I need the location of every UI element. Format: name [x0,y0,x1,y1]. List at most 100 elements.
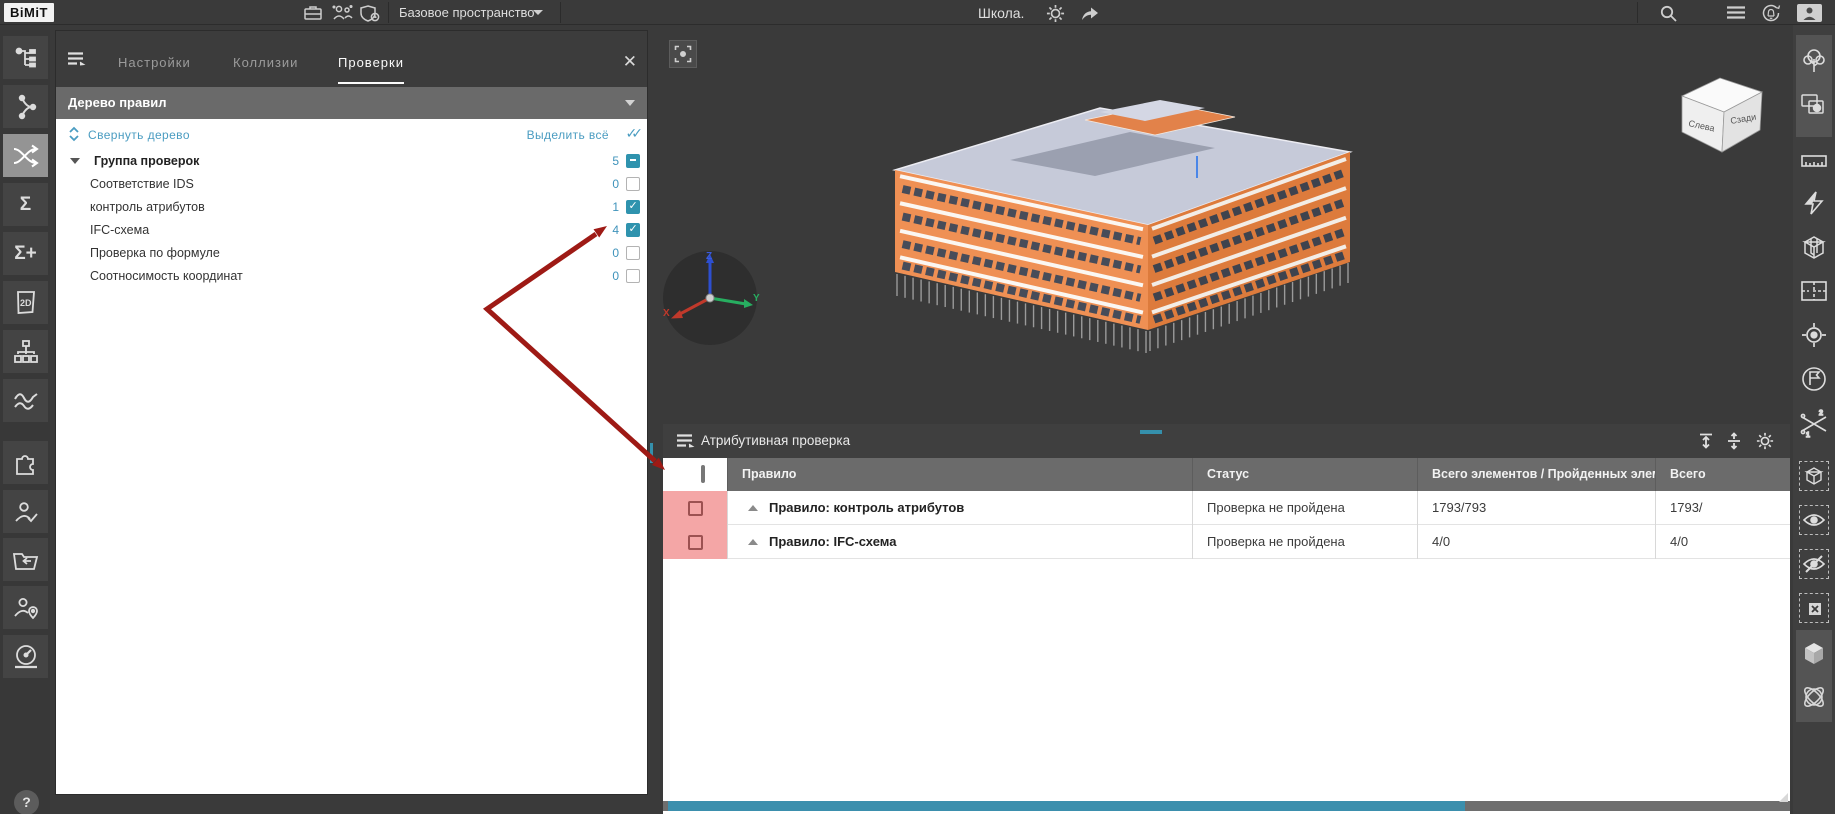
share-icon[interactable] [1079,4,1100,22]
tree-item-label: IFC-схема [90,223,149,237]
tree-item-formula[interactable]: Проверка по формуле 0 [56,241,647,264]
tree-item-checkbox[interactable] [626,223,640,237]
project-title: Школа. [978,5,1024,21]
settings-gear-icon[interactable] [1756,432,1774,450]
tree-item-checkbox[interactable] [626,154,640,168]
row-height-icon[interactable] [1725,432,1743,450]
sum-plus-icon[interactable]: Σ+ [3,232,48,275]
panel-menu-icon[interactable] [675,432,695,450]
relations-icon[interactable] [3,85,48,128]
sum-icon[interactable]: Σ [3,183,48,226]
tab-collisions[interactable]: Коллизии [233,55,298,82]
tree-utility-row: Свернуть дерево Выделить всё ✓✓ [56,123,647,147]
help-button[interactable]: ? [14,790,39,814]
tree-item-count: 0 [609,177,619,191]
measure-ruler-icon[interactable] [1796,143,1832,179]
column-header-rule[interactable]: Правило [727,458,1192,491]
row-checkbox[interactable] [688,535,703,550]
panel-resize-handle[interactable] [1140,430,1162,434]
panel-resize-grip[interactable] [1779,793,1788,802]
flag-icon[interactable] [1796,361,1832,397]
tree-item-checkbox[interactable] [626,177,640,191]
select-all-link[interactable]: Выделить всё [527,128,609,142]
topbar-divider [1637,2,1638,23]
axis-y-label: Y [753,293,760,304]
select-box-icon[interactable] [1796,458,1832,494]
rules-tree-title: Дерево правил [68,95,166,110]
settings-gear-icon[interactable] [1046,4,1065,23]
tree-item-checkbox[interactable] [626,269,640,283]
column-header-totals[interactable]: Всего элементов / Пройденных элементов [1417,458,1655,491]
topbar-divider [560,2,561,23]
tree-item-label: контроль атрибутов [90,200,205,214]
scrollbar-thumb[interactable] [668,801,1465,811]
collapse-tree-link[interactable]: Свернуть дерево [88,128,190,142]
orbit-icon[interactable] [1796,679,1832,715]
team-icon[interactable] [330,4,354,21]
tree-item-coords[interactable]: Соотносимость координат 0 [56,264,647,287]
tree-item-checkbox[interactable] [626,200,640,214]
panel-scrollbar-thumb[interactable] [650,443,653,463]
tree-item-group[interactable]: Группа проверок 5 [56,149,647,172]
structure-chart-icon[interactable] [3,330,48,373]
tree-item-checkbox[interactable] [626,246,640,260]
view-cube[interactable]: Слева Сзади [1678,68,1768,160]
cell-totals2: 4/0 [1655,525,1790,559]
region-select-icon[interactable] [1796,87,1832,123]
clear-selection-icon[interactable] [1796,590,1832,626]
briefcase-icon[interactable] [303,4,323,21]
left-toolbar: Σ Σ+ 2D ? [0,25,50,814]
sum-plus-icon-glyph: Σ+ [14,243,37,265]
dashboard-gauge-icon[interactable] [3,635,48,678]
hide-eye-off-icon[interactable] [1796,546,1832,582]
tree-item-ifc-schema[interactable]: IFC-схема 4 [56,218,647,241]
horizontal-scrollbar[interactable] [663,801,1790,811]
select-all-checkbox[interactable] [701,465,705,483]
shield-sync-icon[interactable] [359,4,381,23]
tree-item-attr-control[interactable]: контроль атрибутов 1 [56,195,647,218]
list-icon[interactable] [1725,4,1747,21]
double-check-icon[interactable]: ✓✓ [626,125,637,142]
column-header-totals2[interactable]: Всего [1655,458,1790,491]
plugins-puzzle-icon[interactable] [3,441,48,484]
table-row[interactable]: Правило: контроль атрибутов Проверка не … [663,491,1790,525]
axis-gizmo[interactable]: Z X Y [660,248,760,348]
view-cube-mode-icon[interactable] [1796,635,1832,671]
table-row[interactable]: Правило: IFC-схема Проверка не пройдена … [663,525,1790,559]
person-check-icon[interactable] [3,490,48,533]
model-tree-icon[interactable] [3,36,48,79]
export-folder-icon[interactable] [3,538,48,581]
locate-target-icon[interactable] [1796,317,1832,353]
panel-menu-icon[interactable] [66,50,86,68]
show-eye-icon[interactable] [1796,502,1832,538]
column-header-status[interactable]: Статус [1192,458,1417,491]
floorplan-icon[interactable] [1796,273,1832,309]
section-cube-icon[interactable] [1796,229,1832,265]
row-checkbox[interactable] [688,501,703,516]
account-icon[interactable] [1797,4,1822,22]
tree-item-count: 5 [609,154,619,168]
graphs-icon[interactable] [3,379,48,422]
tree-item-label: Соотносимость координат [90,269,243,283]
fit-height-icon[interactable] [1697,432,1715,450]
cell-rule: Правило: IFC-схема [727,525,1192,559]
environment-tree-icon[interactable] [1796,43,1832,79]
workspace-selector-label: Базовое пространство [399,5,535,20]
search-icon[interactable] [1659,4,1678,23]
rules-tree-section-bar[interactable]: Дерево правил [56,87,647,119]
sheet-2d-icon[interactable]: 2D [3,281,48,324]
app-logo[interactable]: BiMiT [4,3,54,22]
close-icon[interactable]: ✕ [623,53,637,70]
sheet-2d-label: 2D [20,298,32,308]
tab-settings[interactable]: Настройки [118,55,191,82]
flash-icon[interactable] [1796,185,1832,221]
checks-icon[interactable] [3,134,48,177]
section-axes-icon[interactable]: 12 [1796,407,1832,443]
expander-icon[interactable] [70,158,80,164]
tree-item-ids[interactable]: Соответствие IDS 0 [56,172,647,195]
notifications-sync-icon[interactable] [1760,4,1782,23]
tab-checks[interactable]: Проверки [338,55,404,84]
person-location-icon[interactable] [3,586,48,629]
tree-item-count: 0 [609,246,619,260]
section-label-1: 1 [1806,432,1810,439]
